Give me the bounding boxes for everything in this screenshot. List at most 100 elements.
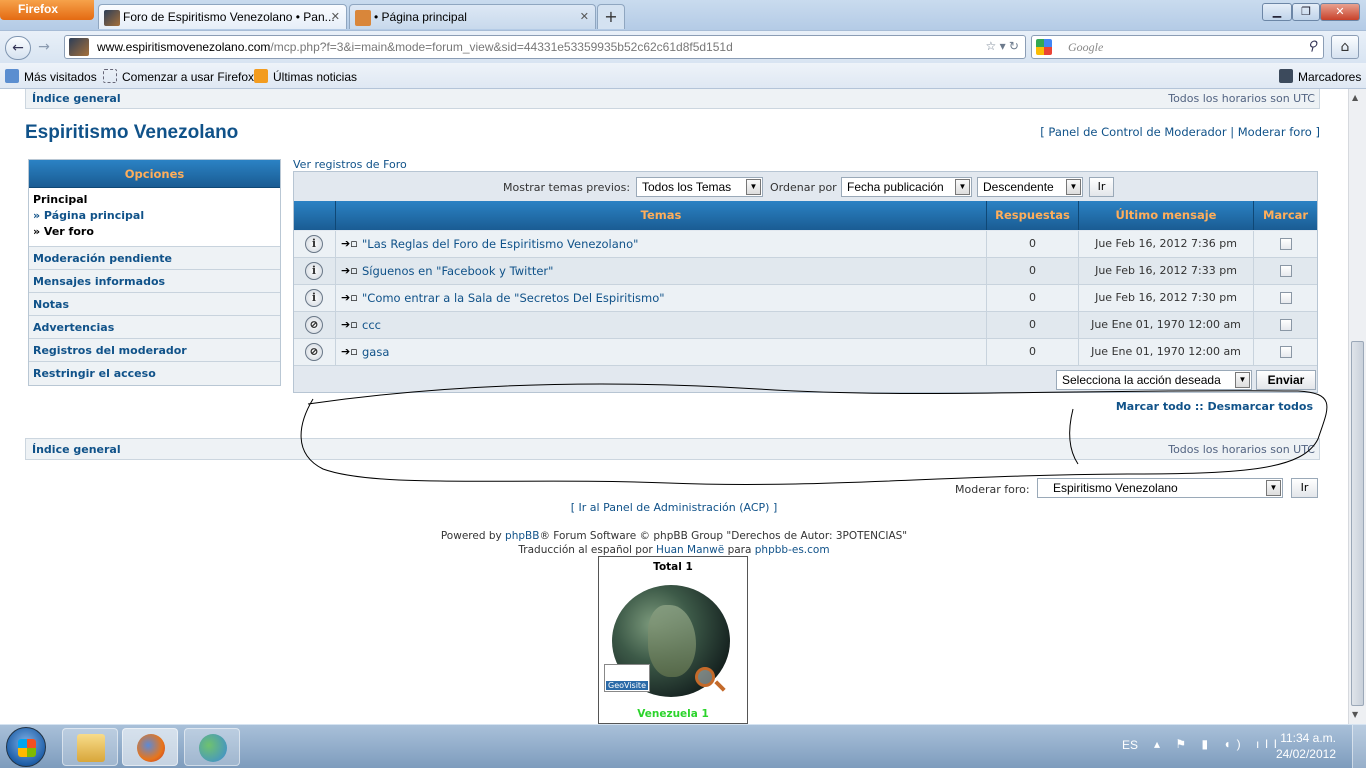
filter-go-button[interactable]: Ir [1089,177,1114,197]
moderate-forum-select[interactable]: Espiritismo Venezolano ▼ [1037,478,1283,498]
submit-action-button[interactable]: Enviar [1256,370,1316,390]
topic-link[interactable]: "Como entrar a la Sala de "Secretos Del … [362,285,665,311]
minimize-button[interactable]: ▁ [1262,3,1292,21]
mark-checkbox[interactable] [1280,238,1292,250]
chevron-down-icon: ▼ [955,179,970,195]
sort-by-label: Ordenar por [770,181,837,194]
geovisite-logo: GeoVisite [604,664,650,692]
phpbb-link[interactable]: phpBB [505,530,539,542]
scroll-up-icon[interactable]: ▲ [1352,93,1358,102]
geovisite-widget[interactable]: Total 1 GeoVisite Venezuela 1 [598,556,748,724]
menu-item-advertencias[interactable]: Advertencias [29,316,280,339]
moderate-forum-jump: Moderar foro: Espiritismo Venezolano ▼ Ir [955,478,1320,500]
menu-item-pagina-principal[interactable]: » Página principal [33,209,276,222]
index-link[interactable]: Índice general [32,92,121,105]
menu-item-mensajes-informados[interactable]: Mensajes informados [29,270,280,293]
index-link[interactable]: Índice general [32,443,121,456]
maximize-button[interactable]: ❐ [1292,3,1320,21]
close-tab-icon[interactable]: ✕ [331,10,340,23]
taskbar-explorer[interactable] [62,728,118,766]
menu-principal-heading: Principal [33,193,88,206]
unmark-all-link[interactable]: Desmarcar todos [1208,400,1313,413]
scroll-thumb[interactable] [1351,341,1364,706]
moderate-forum-link[interactable]: Moderar foro [1238,125,1312,139]
forum-favicon-icon [104,10,120,26]
bookmarks-menu[interactable]: Marcadores [1279,69,1361,84]
tab-home[interactable]: • Página principal ✕ [349,4,596,29]
folder-icon [5,69,19,83]
menu-item-notas[interactable]: Notas [29,293,280,316]
bookmark-star-icon[interactable]: ☆ ▾ ↻ [985,39,1019,53]
translator-link[interactable]: Huan Manwë [656,544,724,556]
menu-header: Opciones [29,160,280,188]
forum-logs-link[interactable]: Ver registros de Foro [293,158,407,171]
filter-bar: Mostrar temas previos: Todos los Temas ▼ … [294,172,1317,200]
bookmark-mas-visitados[interactable]: Más visitados [5,69,97,84]
mark-checkbox[interactable] [1280,319,1292,331]
sort-order-select[interactable]: Descendente ▼ [977,177,1083,197]
messenger-icon [199,734,227,762]
table-header-respuestas: Respuestas [987,201,1079,230]
search-icon[interactable]: ⚲ [1307,38,1317,54]
topics-panel: Mostrar temas previos: Todos los Temas ▼ … [293,171,1318,393]
mark-all-link[interactable]: Marcar todo [1116,400,1191,413]
firefox-menu-button[interactable]: Firefox [0,0,94,20]
show-topics-select[interactable]: Todos los Temas ▼ [636,177,763,197]
home-button[interactable]: ⌂ [1331,35,1359,59]
bookmarks-icon [1279,69,1293,83]
clock[interactable]: 11:34 a.m. 24/02/2012 [1276,730,1336,762]
moderate-forum-go-button[interactable]: Ir [1291,478,1318,498]
geovisite-total: Total 1 [653,561,693,573]
start-button[interactable] [6,727,46,767]
search-bar[interactable]: Google ⚲ [1031,35,1324,59]
sort-by-select[interactable]: Fecha publicación ▼ [841,177,972,197]
tab-forum[interactable]: Foro de Espiritismo Venezolano • Pan... … [98,4,347,29]
table-header-icon [294,201,336,230]
menu-item-restringir[interactable]: Restringir el acceso [29,362,280,385]
table-row: ⊘ ➔▫ ccc 0 Jue Ene 01, 1970 12:00 am [294,312,1317,339]
taskbar-messenger[interactable] [184,728,240,766]
bookmark-ultimas-noticias[interactable]: Últimas noticias [254,69,357,84]
mark-checkbox[interactable] [1280,346,1292,358]
topic-moved-icon: ⊘ [305,343,323,361]
topic-link[interactable]: Síguenos en "Facebook y Twitter" [362,258,553,284]
mark-checkbox[interactable] [1280,292,1292,304]
chevron-down-icon: ▼ [1266,480,1281,496]
url-bar[interactable]: www.espiritismovenezolano.com/mcp.php?f=… [64,35,1026,59]
forum-title[interactable]: Espiritismo Venezolano [25,122,238,144]
vertical-scrollbar[interactable]: ▲ ▼ [1348,89,1366,724]
google-icon[interactable] [1036,39,1052,55]
menu-item-moderacion-pendiente[interactable]: Moderación pendiente [29,247,280,270]
system-tray: ES ▴ ⚑ ▮ ◖) ıll 11:34 a.m. 24/02/2012 [1112,725,1366,769]
action-select[interactable]: Selecciona la acción deseada ▼ [1056,370,1252,390]
phpbb-es-link[interactable]: phpbb-es.com [755,544,830,556]
forward-button[interactable]: → [33,36,55,60]
taskbar-firefox[interactable] [122,728,178,766]
moved-topic-icon: ➔▫ [341,318,358,331]
table-row: i ➔▫ "Como entrar a la Sala de "Secretos … [294,285,1317,312]
topic-link[interactable]: "Las Reglas del Foro de Espiritismo Vene… [362,231,638,257]
mark-checkbox[interactable] [1280,265,1292,277]
new-tab-button[interactable]: + [597,4,625,29]
chevron-down-icon: ▼ [1235,372,1250,388]
acp-link[interactable]: [ Ir al Panel de Administración (ACP) ] [0,501,1348,514]
mcp-link[interactable]: Panel de Control de Moderador [1048,125,1226,139]
back-button[interactable]: ← [5,36,31,60]
site-identity-icon[interactable] [69,38,89,56]
topic-link[interactable]: ccc [362,312,381,338]
language-indicator[interactable]: ES [1122,738,1138,752]
topic-link[interactable]: gasa [362,339,389,365]
replies-count: 0 [987,312,1079,339]
menu-item-registros[interactable]: Registros del moderador [29,339,280,362]
scroll-down-icon[interactable]: ▼ [1352,710,1358,719]
moved-topic-icon: ➔▫ [341,237,358,250]
window-close-button[interactable]: ✕ [1320,3,1360,21]
table-header-marcar: Marcar [1254,201,1317,230]
show-desktop-button[interactable] [1352,725,1366,769]
replies-count: 0 [987,231,1079,258]
close-tab-icon[interactable]: ✕ [580,10,589,23]
bookmark-comenzar[interactable]: Comenzar a usar Firefox [103,69,254,84]
tray-icons[interactable]: ▴ ⚑ ▮ ◖) ıll [1154,737,1283,751]
menu-item-ver-foro[interactable]: » Ver foro [33,225,276,238]
show-topics-label: Mostrar temas previos: [503,181,631,194]
